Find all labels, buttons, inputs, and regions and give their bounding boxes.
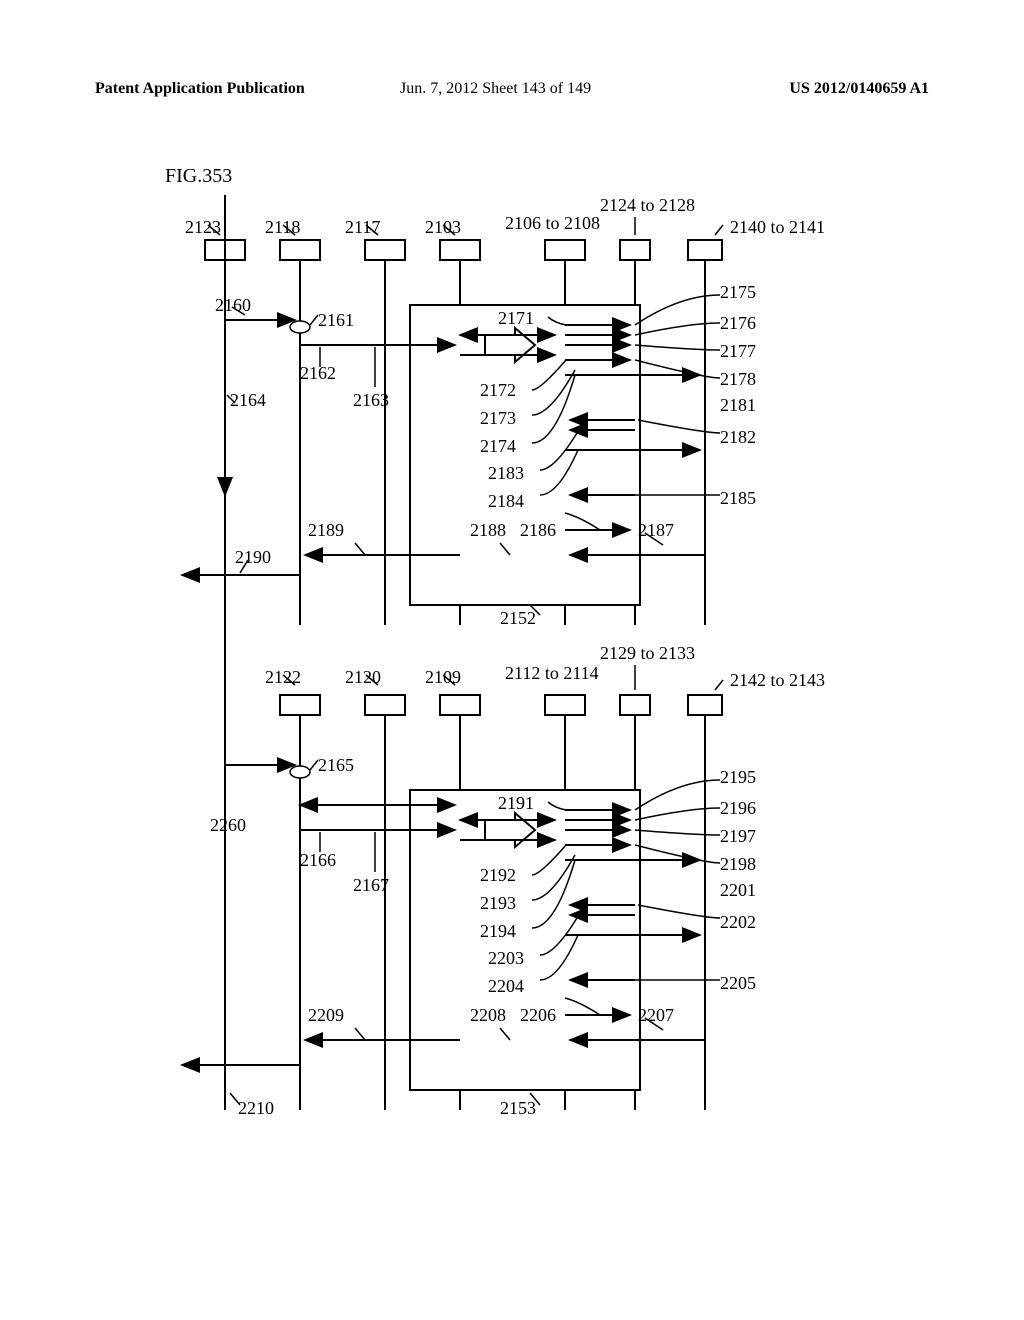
label-2183: 2183 <box>488 463 524 484</box>
label-2103: 2103 <box>425 217 461 238</box>
label-2186: 2186 <box>520 520 556 541</box>
label-2202: 2202 <box>720 912 756 933</box>
label-2140-2141: 2140 to 2141 <box>730 217 825 238</box>
label-2163: 2163 <box>353 390 389 411</box>
label-2164: 2164 <box>230 390 266 411</box>
diagram-svg <box>160 195 880 1195</box>
label-2193: 2193 <box>480 893 516 914</box>
label-2204: 2204 <box>488 976 524 997</box>
label-2206: 2206 <box>520 1005 556 1026</box>
label-2112-2114: 2112 to 2114 <box>505 663 599 684</box>
label-2117: 2117 <box>345 217 380 238</box>
label-2174: 2174 <box>480 436 516 457</box>
label-2196: 2196 <box>720 798 756 819</box>
label-2177: 2177 <box>720 341 756 362</box>
label-2106-2108: 2106 to 2108 <box>505 213 600 234</box>
patent-diagram: 2123 2118 2117 2103 2106 to 2108 2124 to… <box>160 195 880 1195</box>
label-2109: 2109 <box>425 667 461 688</box>
label-2166: 2166 <box>300 850 336 871</box>
label-2124-2128: 2124 to 2128 <box>600 195 695 216</box>
label-2191: 2191 <box>498 793 534 814</box>
label-2175: 2175 <box>720 282 756 303</box>
label-2173: 2173 <box>480 408 516 429</box>
label-2123: 2123 <box>185 217 221 238</box>
label-2189: 2189 <box>308 520 344 541</box>
label-2208: 2208 <box>470 1005 506 1026</box>
label-2142-2143: 2142 to 2143 <box>730 670 825 691</box>
label-2122: 2122 <box>265 667 301 688</box>
label-2209: 2209 <box>308 1005 344 1026</box>
label-2188: 2188 <box>470 520 506 541</box>
label-2260: 2260 <box>210 815 246 836</box>
label-2182: 2182 <box>720 427 756 448</box>
label-2129-2133: 2129 to 2133 <box>600 643 695 664</box>
label-2161: 2161 <box>318 310 354 331</box>
label-2153: 2153 <box>500 1098 536 1119</box>
label-2176: 2176 <box>720 313 756 334</box>
label-2198: 2198 <box>720 854 756 875</box>
label-2178: 2178 <box>720 369 756 390</box>
label-2207: 2207 <box>638 1005 674 1026</box>
label-2160: 2160 <box>215 295 251 316</box>
label-2195: 2195 <box>720 767 756 788</box>
label-2171: 2171 <box>498 308 534 329</box>
header-right: US 2012/0140659 A1 <box>789 80 929 98</box>
label-2167: 2167 <box>353 875 389 896</box>
label-2165: 2165 <box>318 755 354 776</box>
label-2190: 2190 <box>235 547 271 568</box>
label-2205: 2205 <box>720 973 756 994</box>
label-2197: 2197 <box>720 826 756 847</box>
header-center: Jun. 7, 2012 Sheet 143 of 149 <box>400 80 591 98</box>
label-2185: 2185 <box>720 488 756 509</box>
label-2172: 2172 <box>480 380 516 401</box>
header-left: Patent Application Publication <box>95 80 305 98</box>
label-2194: 2194 <box>480 921 516 942</box>
label-2152: 2152 <box>500 608 536 629</box>
label-2162: 2162 <box>300 363 336 384</box>
label-2118: 2118 <box>265 217 300 238</box>
label-2187: 2187 <box>638 520 674 541</box>
label-2184: 2184 <box>488 491 524 512</box>
label-2201: 2201 <box>720 880 756 901</box>
label-2210: 2210 <box>238 1098 274 1119</box>
label-2203: 2203 <box>488 948 524 969</box>
figure-label: FIG.353 <box>165 165 232 188</box>
label-2192: 2192 <box>480 865 516 886</box>
label-2120: 2120 <box>345 667 381 688</box>
label-2181: 2181 <box>720 395 756 416</box>
